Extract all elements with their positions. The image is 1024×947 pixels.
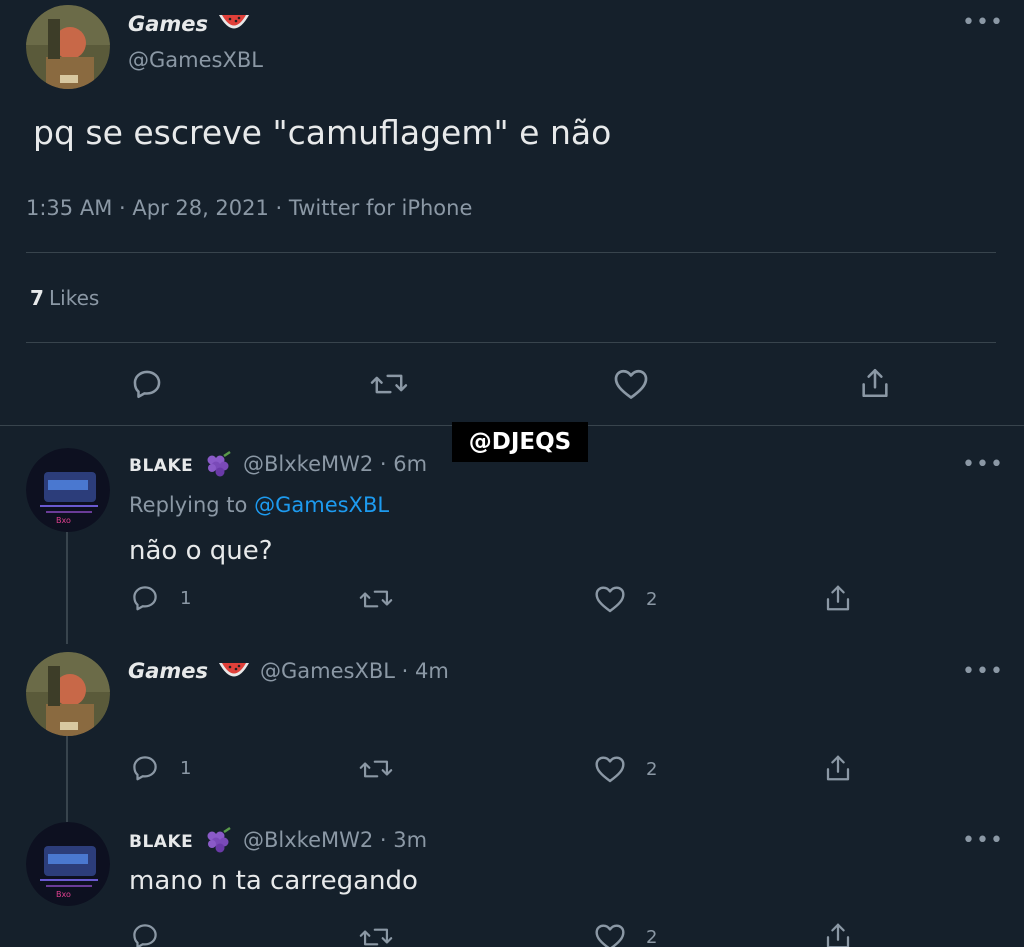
more-icon[interactable]: ••• xyxy=(962,452,1004,477)
likes-label: Likes xyxy=(49,286,100,310)
replying-mention[interactable]: @GamesXBL xyxy=(254,493,389,517)
reply-icon xyxy=(133,586,157,611)
divider xyxy=(26,342,996,343)
avatar-blake[interactable]: Bxo xyxy=(26,448,110,532)
reply-button[interactable] xyxy=(130,921,180,947)
thread-line xyxy=(66,736,68,822)
reply-count: 1 xyxy=(180,587,192,609)
watermark: @DJEQS xyxy=(452,422,588,462)
likes-count: 7 xyxy=(30,286,44,310)
likes-stat[interactable]: 7 Likes xyxy=(30,286,99,310)
watermelon-icon xyxy=(217,12,251,38)
share-icon xyxy=(826,755,850,781)
display-name[interactable]: BLAKE xyxy=(129,832,193,852)
display-name[interactable]: Games xyxy=(128,659,208,683)
share-button[interactable] xyxy=(858,366,892,400)
retweet-button[interactable] xyxy=(359,584,393,614)
share-icon xyxy=(862,368,888,398)
share-button[interactable] xyxy=(823,921,853,947)
thread-line xyxy=(66,532,68,644)
divider xyxy=(26,252,996,253)
reply-count: 1 xyxy=(180,757,192,779)
share-icon xyxy=(826,585,850,611)
reply-icon xyxy=(133,756,157,781)
like-icon xyxy=(595,924,625,947)
svg-text:Bxo: Bxo xyxy=(56,890,71,899)
reply-button[interactable]: 1 xyxy=(130,583,191,613)
share-icon xyxy=(826,923,850,947)
retweet-button[interactable] xyxy=(359,922,393,947)
handle-time[interactable]: @BlxkeMW2 · 6m xyxy=(243,452,427,476)
handle[interactable]: @GamesXBL xyxy=(128,48,263,72)
reply-button[interactable] xyxy=(130,367,164,401)
reply-text: não o que? xyxy=(129,536,273,566)
replying-to: Replying to @GamesXBL xyxy=(129,493,389,517)
avatar-games[interactable] xyxy=(26,652,110,736)
like-count: 2 xyxy=(646,926,658,947)
retweet-button[interactable] xyxy=(359,754,393,784)
watermelon-icon xyxy=(217,660,251,686)
more-icon[interactable]: ••• xyxy=(962,828,1004,853)
retweet-icon xyxy=(359,760,393,778)
avatar-games[interactable] xyxy=(26,5,110,89)
like-count: 2 xyxy=(646,758,658,780)
retweet-icon xyxy=(359,928,393,946)
like-button[interactable]: 2 xyxy=(594,754,657,784)
handle-time[interactable]: @BlxkeMW2 · 3m xyxy=(243,828,427,852)
share-button[interactable] xyxy=(823,753,853,783)
retweet-button[interactable] xyxy=(370,367,408,401)
like-count: 2 xyxy=(646,588,658,610)
like-icon xyxy=(595,586,625,613)
reply-text: mano n ta carregando xyxy=(129,866,418,896)
display-name[interactable]: BLAKE xyxy=(129,456,193,476)
like-button[interactable] xyxy=(613,367,649,401)
share-button[interactable] xyxy=(823,583,853,613)
like-icon xyxy=(595,756,625,783)
handle-time[interactable]: @GamesXBL · 4m xyxy=(260,659,449,683)
reply-icon xyxy=(133,370,161,399)
replying-prefix: Replying to xyxy=(129,493,248,517)
reply-icon xyxy=(133,924,157,947)
more-icon[interactable]: ••• xyxy=(962,10,1004,35)
grapes-icon xyxy=(202,450,234,484)
reply-button[interactable]: 1 xyxy=(130,753,191,783)
display-name[interactable]: Games xyxy=(128,12,208,36)
tweet-text: pq se escreve "camuflagem" e não xyxy=(33,113,612,152)
more-icon[interactable]: ••• xyxy=(962,659,1004,684)
retweet-icon xyxy=(359,590,393,608)
svg-text:Bxo: Bxo xyxy=(56,516,71,525)
tweet-thread: Games @GamesXBL ••• pq se escreve "camuf… xyxy=(0,0,1024,947)
avatar-blake[interactable]: Bxo xyxy=(26,822,110,906)
tweet-timestamp[interactable]: 1:35 AM · Apr 28, 2021 · Twitter for iPh… xyxy=(26,196,472,220)
retweet-icon xyxy=(370,374,408,394)
grapes-icon xyxy=(202,826,234,860)
like-icon xyxy=(614,369,648,399)
like-button[interactable]: 2 xyxy=(594,922,657,947)
like-button[interactable]: 2 xyxy=(594,584,657,614)
